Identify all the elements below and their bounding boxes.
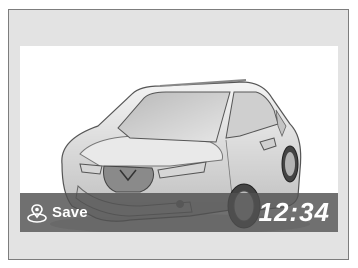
- save-button[interactable]: Save: [26, 199, 112, 226]
- clock-display: 12:34: [258, 197, 330, 227]
- save-label: Save: [52, 204, 88, 221]
- bottom-bar: Save 12:34: [20, 193, 338, 232]
- pin-save-icon: [26, 202, 48, 224]
